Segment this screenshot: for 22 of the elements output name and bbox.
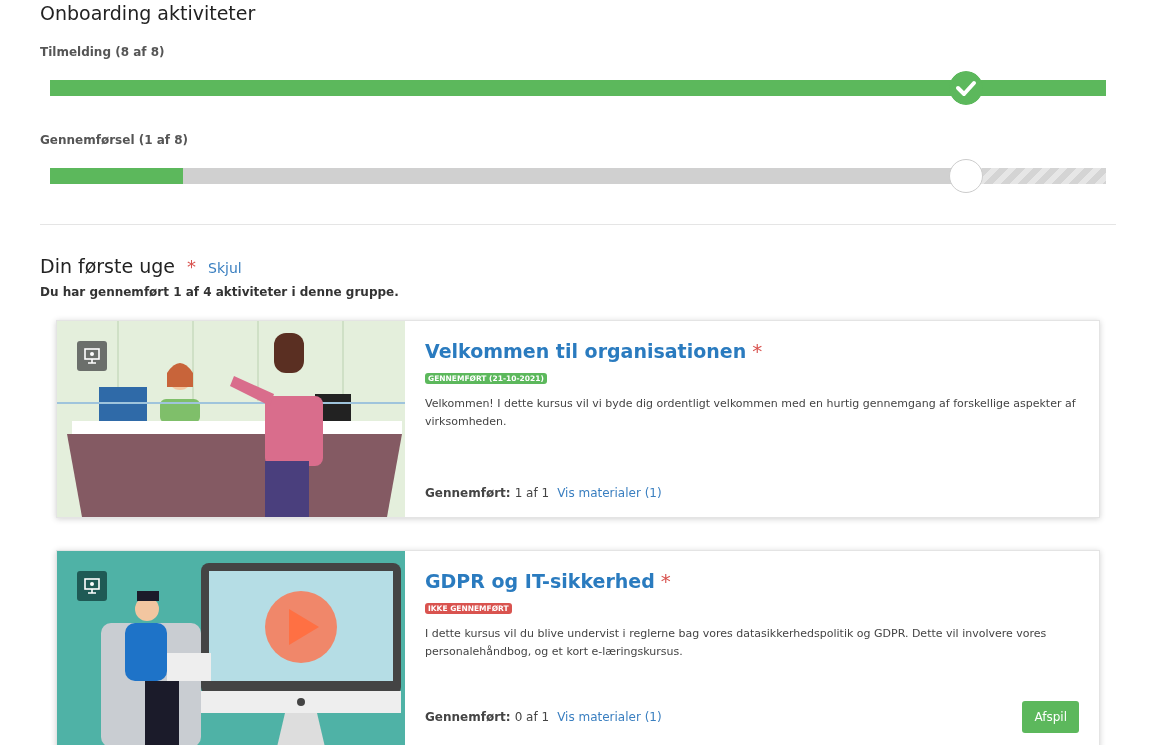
progress-label: Gennemførsel (1 af 8) bbox=[40, 132, 189, 148]
group-summary: Du har gennemført 1 af 4 aktiviteter i denne gruppe. bbox=[40, 285, 400, 299]
materials-link[interactable]: Vis materialer (1) bbox=[557, 486, 662, 500]
progress-label: Tilmelding (8 af 8) bbox=[40, 44, 166, 60]
activity-description: Velkommen! I dette kursus vil vi byde dig ordentligt velkommen med en hurtig gennemgang af forskellige aspekter af virksomheden. bbox=[425, 396, 1077, 430]
completed-value: 0 af 1 bbox=[514, 710, 550, 724]
activity-title[interactable]: Velkommen til organisationen bbox=[425, 340, 747, 362]
completed-label: Gennemført: bbox=[425, 486, 511, 500]
activity-title[interactable]: GDPR og IT-sikkerhed bbox=[425, 570, 655, 592]
required-mark: * bbox=[660, 569, 671, 593]
completed-value: 1 af 1 bbox=[514, 486, 550, 500]
group-title: Din første uge bbox=[40, 255, 175, 277]
materials-link[interactable]: Vis materialer (1) bbox=[557, 710, 662, 724]
play-button[interactable]: Afspil bbox=[1022, 701, 1079, 733]
completed-label: Gennemført: bbox=[425, 710, 511, 724]
page-title: Onboarding aktiviteter bbox=[40, 1, 257, 25]
hide-link[interactable]: Skjul bbox=[208, 260, 242, 276]
required-mark: * bbox=[752, 339, 763, 363]
monitor-icon bbox=[77, 341, 107, 371]
activity-description: I dette kursus vil du blive undervist i reglerne bag vores datasikkerhedspolitik og GDPR. Dette vil involvere vores personalehåndbog, og et kort e-læringskursus. bbox=[425, 626, 1048, 660]
required-mark: * bbox=[187, 256, 196, 277]
monitor-icon bbox=[77, 571, 107, 601]
